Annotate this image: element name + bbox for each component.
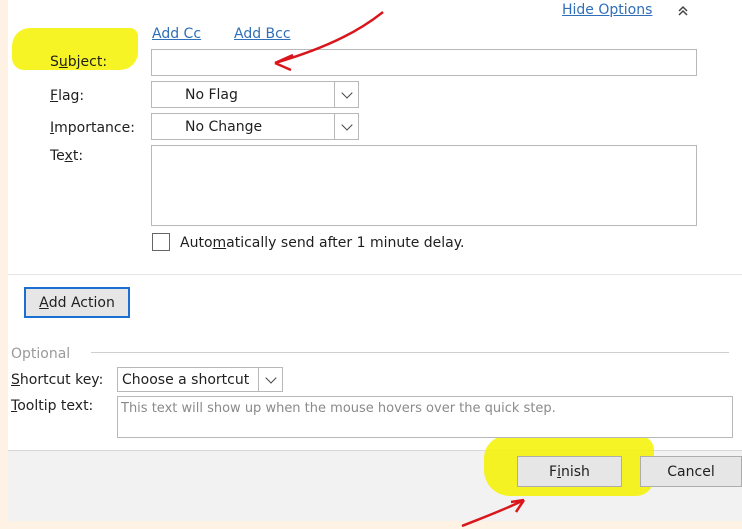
shortcut-key-value: Choose a shortcut — [122, 372, 250, 388]
chevron-down-icon[interactable] — [334, 114, 358, 139]
annotation-arrow-subject — [274, 11, 384, 72]
collapse-icon[interactable] — [676, 4, 690, 18]
add-action-button[interactable]: Add Action — [24, 287, 130, 318]
annotation-arrow-finish — [461, 498, 526, 528]
optional-divider — [91, 352, 729, 353]
tooltip-text-label: Tooltip text: — [11, 398, 94, 414]
shortcut-key-label: Shortcut key: — [11, 372, 104, 388]
auto-send-label: Automatically send after 1 minute delay. — [180, 235, 465, 251]
importance-value: No Change — [185, 119, 263, 135]
text-area[interactable] — [151, 145, 697, 226]
chevron-down-icon[interactable] — [334, 82, 358, 107]
hide-options-link[interactable]: Hide Options — [562, 2, 652, 18]
importance-select[interactable]: No Change — [151, 113, 359, 140]
tooltip-placeholder: This text will show up when the mouse ho… — [121, 401, 556, 416]
add-cc-link[interactable]: Add Cc — [152, 26, 201, 42]
optional-legend: Optional — [11, 346, 71, 362]
importance-label: Importance: — [50, 120, 135, 136]
subject-input[interactable] — [151, 49, 697, 76]
flag-value: No Flag — [185, 87, 238, 103]
flag-select[interactable]: No Flag — [151, 81, 359, 108]
tooltip-text-input[interactable]: This text will show up when the mouse ho… — [117, 396, 733, 438]
subject-label: Subject: — [50, 54, 108, 70]
flag-label: Flag: — [50, 88, 85, 104]
text-label: Text: — [50, 148, 84, 164]
finish-button[interactable]: Fi nish — [517, 456, 622, 487]
auto-send-checkbox[interactable] — [152, 233, 170, 251]
cancel-button[interactable]: Cancel — [640, 456, 742, 487]
shortcut-key-select[interactable]: Choose a shortcut — [117, 367, 283, 392]
chevron-down-icon[interactable] — [258, 368, 282, 391]
